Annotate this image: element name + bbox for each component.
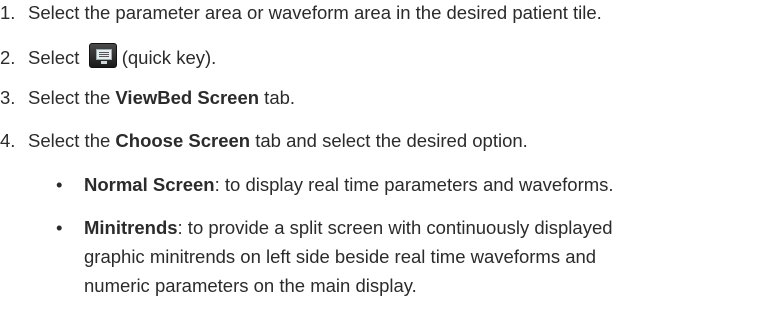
- step-text-before: Select the: [28, 130, 116, 151]
- option-minitrends-continued: graphic minitrends on left side beside r…: [84, 246, 597, 267]
- step-2: 2. Select (quick key).: [0, 43, 217, 68]
- option-description: : to provide a split screen with continu…: [177, 217, 613, 238]
- step-3: 3. Select the ViewBed Screen tab.: [0, 86, 295, 110]
- bullet-marker: •: [56, 174, 63, 195]
- step-text-after: tab.: [259, 87, 296, 108]
- step-number: 3.: [0, 87, 16, 108]
- bullet-marker: •: [56, 217, 63, 238]
- step-number: 2.: [0, 47, 16, 68]
- option-minitrends-continued: numeric parameters on the main display.: [84, 275, 417, 296]
- option-term: Minitrends: [84, 217, 178, 238]
- monitor-screen-icon: [88, 43, 117, 68]
- step-text-after: (quick key).: [116, 47, 217, 68]
- step-text-before: Select the: [28, 87, 116, 108]
- tab-name-choose-screen: Choose Screen: [115, 130, 251, 151]
- tab-name-viewbed-screen: ViewBed Screen: [115, 87, 260, 108]
- option-normal-screen: Normal Screen: to display real time para…: [84, 173, 614, 197]
- step-number: 4.: [0, 130, 16, 151]
- step-text: Select the parameter area or waveform ar…: [28, 2, 602, 23]
- step-text-before: Select: [28, 47, 85, 68]
- option-minitrends: Minitrends: to provide a split screen wi…: [84, 216, 613, 240]
- option-term: Normal Screen: [84, 174, 215, 195]
- step-text-after: tab and select the desired option.: [250, 130, 528, 151]
- step-number: 1.: [0, 2, 16, 23]
- step-1: 1. Select the parameter area or waveform …: [0, 1, 602, 25]
- step-4: 4. Select the Choose Screen tab and selec…: [0, 129, 528, 153]
- option-description: : to display real time parameters and wa…: [214, 174, 614, 195]
